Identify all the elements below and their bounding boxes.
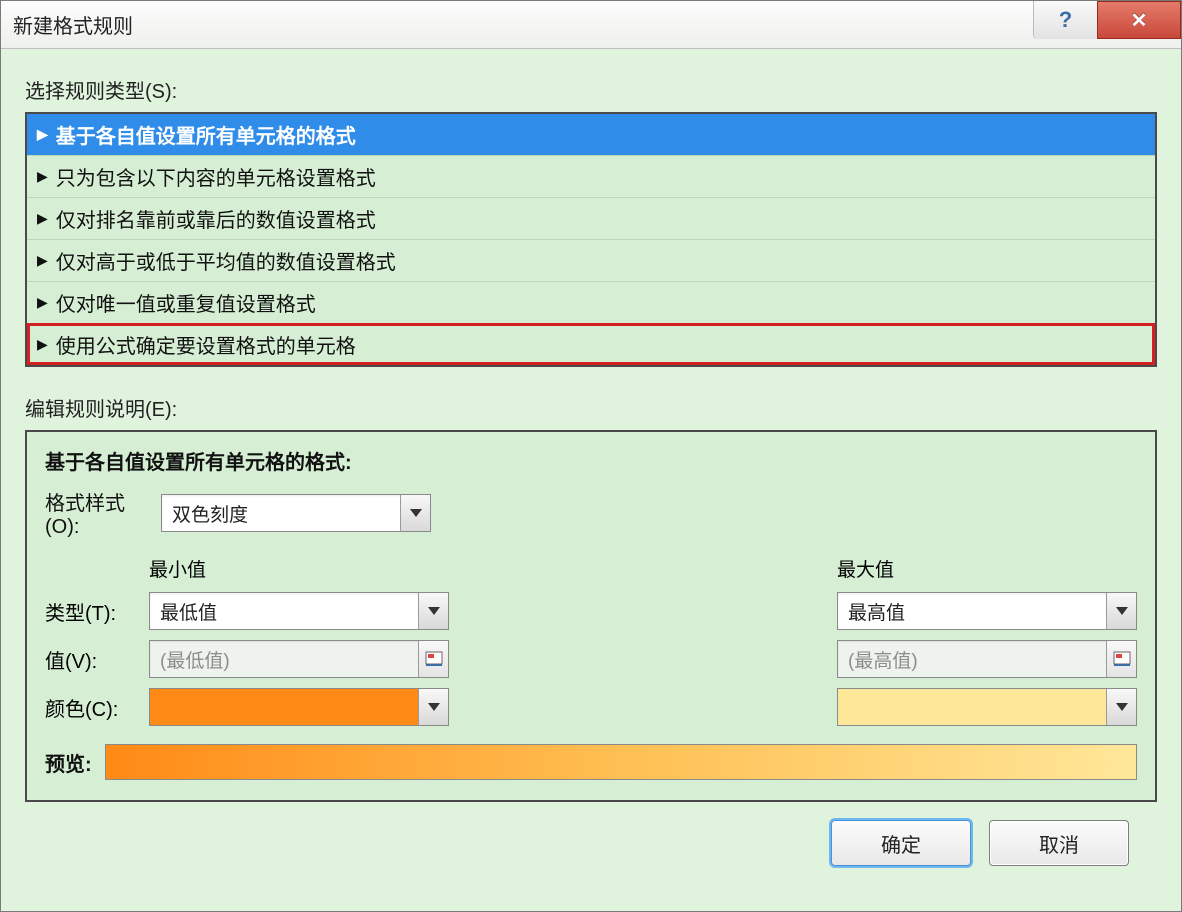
color-min-swatch xyxy=(150,689,418,725)
titlebar: 新建格式规则 ? ✕ xyxy=(1,1,1181,49)
chevron-down-icon xyxy=(1106,689,1136,725)
rule-type-item-label: 仅对高于或低于平均值的数值设置格式 xyxy=(56,246,396,275)
rule-type-item-label: 基于各自值设置所有单元格的格式 xyxy=(56,120,356,149)
rule-type-item-label: 使用公式确定要设置格式的单元格 xyxy=(56,330,356,359)
type-min-value: 最低值 xyxy=(150,598,418,625)
rule-type-list: ▶ 基于各自值设置所有单元格的格式 ▶ 只为包含以下内容的单元格设置格式 ▶ 仅… xyxy=(25,112,1157,367)
dialog-body: 选择规则类型(S): ▶ 基于各自值设置所有单元格的格式 ▶ 只为包含以下内容的… xyxy=(1,49,1181,884)
triangle-right-icon: ▶ xyxy=(37,295,48,309)
rule-type-item-2[interactable]: ▶ 仅对排名靠前或靠后的数值设置格式 xyxy=(27,197,1155,239)
chevron-down-icon xyxy=(418,689,448,725)
close-icon: ✕ xyxy=(1131,8,1148,33)
preview-gradient xyxy=(105,744,1137,780)
column-headers-row: 最小值 最大值 xyxy=(45,555,1137,582)
help-icon: ? xyxy=(1059,7,1072,33)
dialog-window: 新建格式规则 ? ✕ 选择规则类型(S): ▶ 基于各自值设置所有单元格的格式 … xyxy=(0,0,1182,912)
panel-title: 基于各自值设置所有单元格的格式: xyxy=(45,446,1137,475)
format-style-label: 格式样式(O): xyxy=(45,487,149,539)
type-min-dropdown[interactable]: 最低值 xyxy=(149,592,449,630)
triangle-right-icon: ▶ xyxy=(37,337,48,351)
cancel-button-label: 取消 xyxy=(1039,829,1079,858)
edit-rule-panel: 基于各自值设置所有单元格的格式: 格式样式(O): 双色刻度 最小值 最大值 xyxy=(25,430,1157,802)
triangle-right-icon: ▶ xyxy=(37,211,48,225)
triangle-right-icon: ▶ xyxy=(37,127,48,141)
preview-label: 预览: xyxy=(45,748,105,777)
ok-button-label: 确定 xyxy=(881,829,921,858)
rule-type-item-1[interactable]: ▶ 只为包含以下内容的单元格设置格式 xyxy=(27,155,1155,197)
triangle-right-icon: ▶ xyxy=(37,169,48,183)
chevron-down-icon xyxy=(400,495,430,531)
cancel-button[interactable]: 取消 xyxy=(989,820,1129,866)
color-row: 颜色(C): xyxy=(45,688,1137,726)
min-column-header: 最小值 xyxy=(149,560,206,581)
rule-type-item-label: 仅对排名靠前或靠后的数值设置格式 xyxy=(56,204,376,233)
ok-button[interactable]: 确定 xyxy=(831,820,971,866)
chevron-down-icon xyxy=(418,593,448,629)
value-row: 值(V): (最低值) (最高值) xyxy=(45,640,1137,678)
format-style-dropdown[interactable]: 双色刻度 xyxy=(161,494,431,532)
color-label: 颜色(C): xyxy=(45,693,149,722)
value-min-placeholder: (最低值) xyxy=(150,646,418,673)
color-min-dropdown[interactable] xyxy=(149,688,449,726)
type-row: 类型(T): 最低值 最高值 xyxy=(45,592,1137,630)
color-max-dropdown[interactable] xyxy=(837,688,1137,726)
rule-type-item-5[interactable]: ▶ 使用公式确定要设置格式的单元格 xyxy=(27,323,1155,365)
chevron-down-icon xyxy=(1106,593,1136,629)
window-title: 新建格式规则 xyxy=(13,10,133,39)
color-max-swatch xyxy=(838,689,1106,725)
rule-type-label: 选择规则类型(S): xyxy=(25,75,1157,104)
rule-type-item-label: 只为包含以下内容的单元格设置格式 xyxy=(56,162,376,191)
type-max-value: 最高值 xyxy=(838,598,1106,625)
help-button[interactable]: ? xyxy=(1033,1,1097,39)
format-style-value: 双色刻度 xyxy=(162,500,400,527)
rule-type-item-label: 仅对唯一值或重复值设置格式 xyxy=(56,288,316,317)
preview-row: 预览: xyxy=(45,744,1137,780)
rule-type-item-3[interactable]: ▶ 仅对高于或低于平均值的数值设置格式 xyxy=(27,239,1155,281)
value-max-placeholder: (最高值) xyxy=(838,646,1106,673)
rule-type-item-0[interactable]: ▶ 基于各自值设置所有单元格的格式 xyxy=(27,114,1155,155)
close-button[interactable]: ✕ xyxy=(1097,1,1181,39)
dialog-footer: 确定 取消 xyxy=(25,802,1157,866)
value-min-input[interactable]: (最低值) xyxy=(149,640,449,678)
value-max-input[interactable]: (最高值) xyxy=(837,640,1137,678)
edit-description-label: 编辑规则说明(E): xyxy=(25,393,1157,422)
range-selector-icon[interactable] xyxy=(1106,641,1136,677)
format-style-row: 格式样式(O): 双色刻度 xyxy=(45,487,1137,539)
type-label: 类型(T): xyxy=(45,597,149,626)
rule-type-item-4[interactable]: ▶ 仅对唯一值或重复值设置格式 xyxy=(27,281,1155,323)
type-max-dropdown[interactable]: 最高值 xyxy=(837,592,1137,630)
window-controls: ? ✕ xyxy=(1033,1,1181,48)
range-selector-icon[interactable] xyxy=(418,641,448,677)
max-column-header: 最大值 xyxy=(837,560,894,581)
value-label: 值(V): xyxy=(45,645,149,674)
triangle-right-icon: ▶ xyxy=(37,253,48,267)
